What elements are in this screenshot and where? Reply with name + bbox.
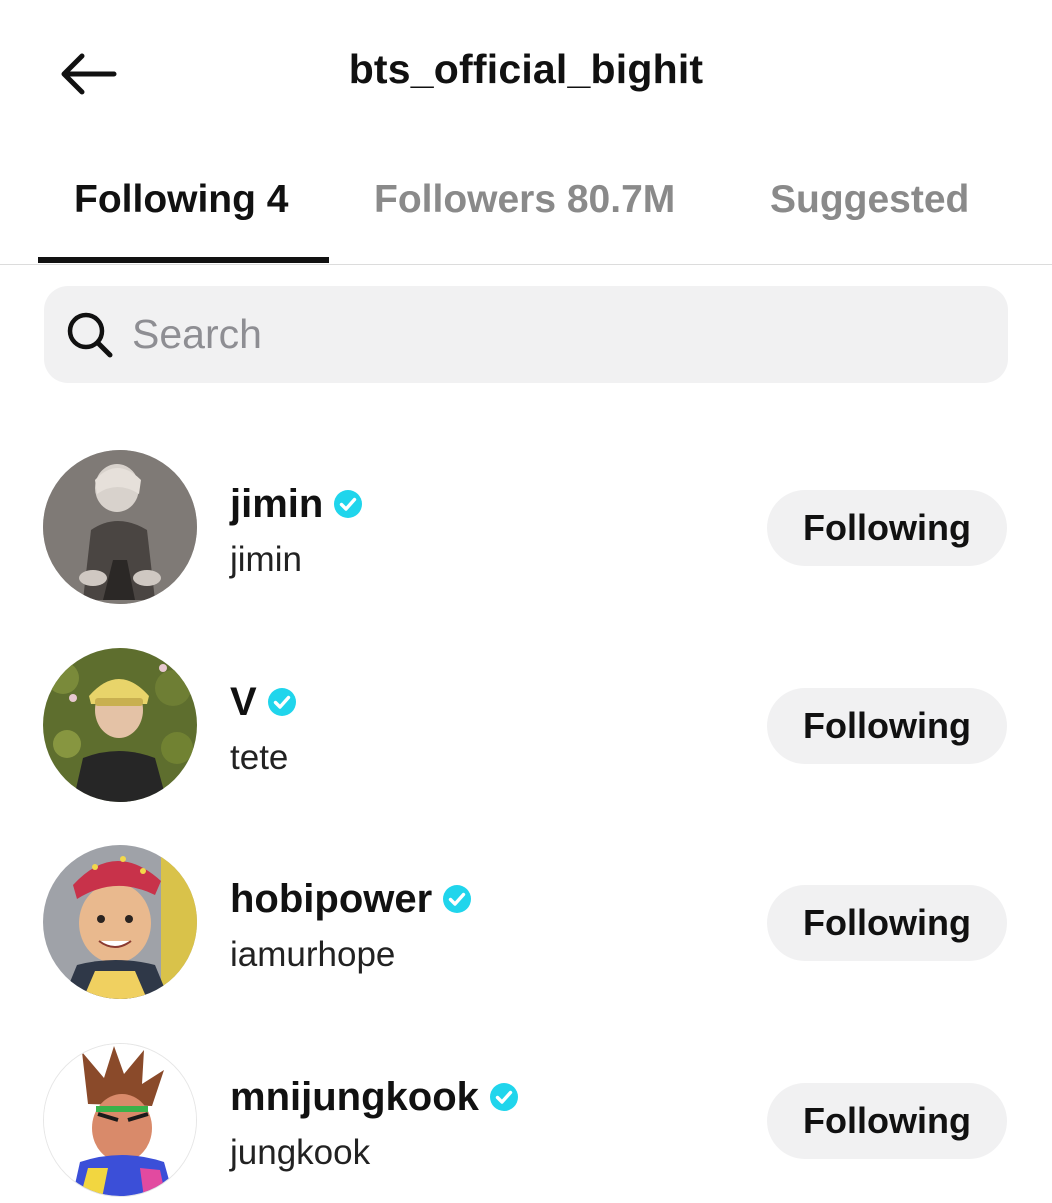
list-item: V tete Following — [0, 648, 1052, 808]
username: jungkook — [230, 1133, 371, 1172]
display-name[interactable]: hobipower — [230, 877, 432, 922]
name-line: jimin — [230, 480, 363, 528]
top-bar: bts_official_bighit — [0, 0, 1052, 145]
avatar[interactable] — [43, 648, 197, 802]
tab-suggested[interactable]: Suggested — [770, 178, 969, 222]
active-tab-indicator — [38, 257, 329, 263]
verified-badge-icon — [489, 1082, 519, 1112]
following-button[interactable]: Following — [767, 490, 1007, 566]
search-bar[interactable] — [44, 286, 1008, 383]
tab-followers[interactable]: Followers 80.7M — [374, 178, 675, 222]
avatar[interactable] — [43, 1043, 197, 1197]
verified-badge-icon — [267, 687, 297, 717]
username: jimin — [230, 540, 302, 579]
list-item: jimin jimin Following — [0, 450, 1052, 610]
list-item: mnijungkook jungkook Following — [0, 1043, 1052, 1203]
name-line: V — [230, 678, 297, 726]
following-button[interactable]: Following — [767, 885, 1007, 961]
page-title: bts_official_bighit — [348, 46, 704, 92]
display-name[interactable]: mnijungkook — [230, 1075, 479, 1120]
tab-bar: Following 4 Followers 80.7M Suggested — [0, 150, 1052, 265]
search-icon — [62, 307, 118, 363]
username: tete — [230, 738, 289, 777]
display-name[interactable]: jimin — [230, 482, 323, 527]
avatar[interactable] — [43, 450, 197, 604]
following-button[interactable]: Following — [767, 1083, 1007, 1159]
verified-badge-icon — [333, 489, 363, 519]
name-line: hobipower — [230, 875, 472, 923]
avatar[interactable] — [43, 845, 197, 999]
tab-following[interactable]: Following 4 — [74, 178, 288, 222]
list-item: hobipower iamurhope Following — [0, 845, 1052, 1005]
display-name[interactable]: V — [230, 680, 257, 725]
following-button[interactable]: Following — [767, 688, 1007, 764]
search-input[interactable] — [132, 311, 952, 358]
username: iamurhope — [230, 935, 396, 974]
name-line: mnijungkook — [230, 1073, 519, 1121]
verified-badge-icon — [442, 884, 472, 914]
